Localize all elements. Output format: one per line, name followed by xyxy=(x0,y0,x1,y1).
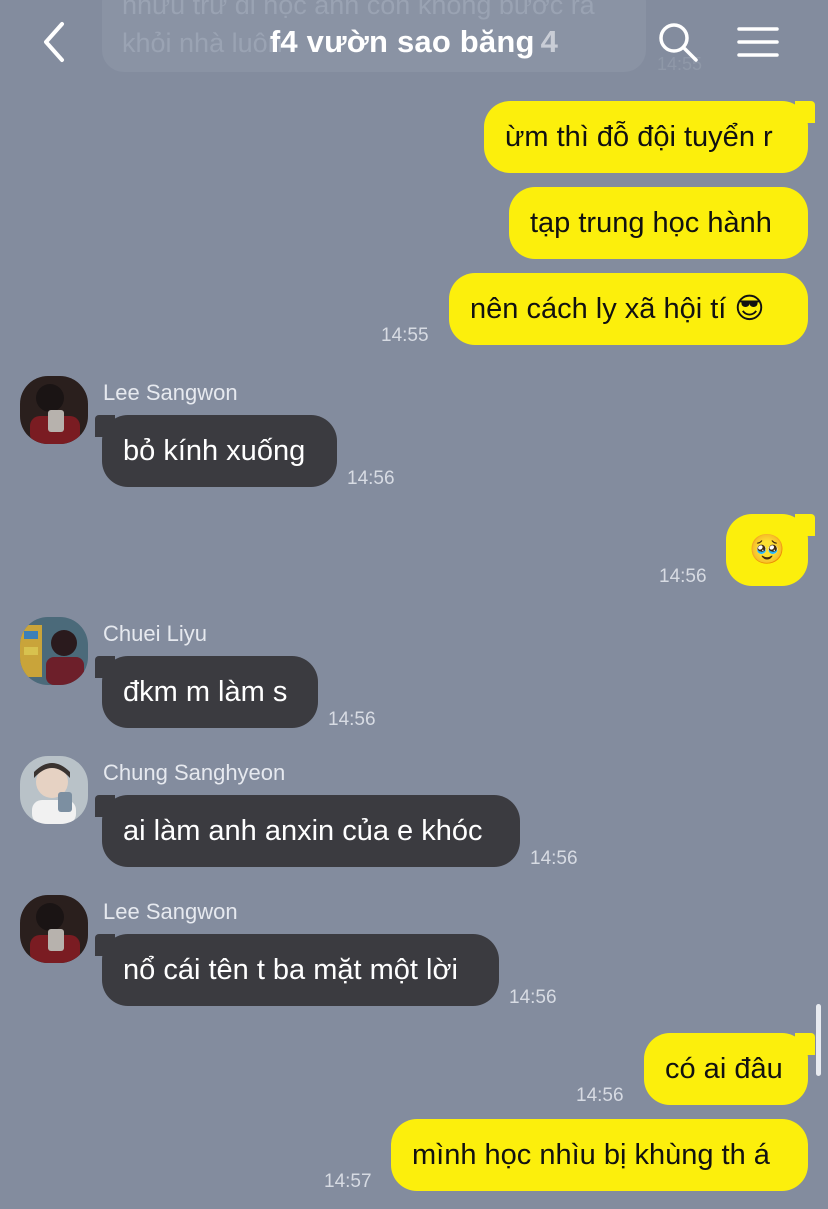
message-time: 14:56 xyxy=(328,709,376,730)
chat-name: f4 vườn sao băng xyxy=(269,24,535,59)
message-text: 🥹 xyxy=(748,534,786,566)
message-time: 14:57 xyxy=(324,1171,372,1192)
message-text: ai làm anh anxin của e khóc xyxy=(123,815,483,847)
outgoing-message-bubble[interactable]: nên cách ly xã hội tí 😎 xyxy=(449,273,808,345)
avatar-lee-sangwon[interactable] xyxy=(20,376,88,444)
sender-name: Lee Sangwon xyxy=(103,380,238,405)
outgoing-message-bubble[interactable]: mình học nhìu bị khùng th á xyxy=(391,1119,808,1191)
message-time: 14:56 xyxy=(576,1085,624,1106)
avatar-photo xyxy=(20,895,88,963)
message-time: 14:56 xyxy=(347,468,395,489)
search-button[interactable] xyxy=(654,18,702,66)
message-text: ừm thì đỗ đội tuyển r xyxy=(505,121,773,153)
message-text: có ai đâu xyxy=(665,1053,783,1085)
sender-name: Lee Sangwon xyxy=(103,899,238,924)
incoming-message-bubble[interactable]: đkm m làm s xyxy=(95,656,318,728)
outgoing-message-bubble[interactable]: 🥹 xyxy=(726,514,815,586)
message-text: đkm m làm s xyxy=(123,676,288,708)
message-time: 14:56 xyxy=(509,987,557,1008)
chat-title: f4 vườn sao băng 4 xyxy=(0,24,828,60)
message-text: nên cách ly xã hội tí 😎 xyxy=(470,293,765,325)
message-time: 14:56 xyxy=(659,566,707,587)
incoming-message-bubble[interactable]: bỏ kính xuống xyxy=(95,415,337,487)
avatar-lee-sangwon[interactable] xyxy=(20,895,88,963)
incoming-message-bubble[interactable]: nổ cái tên t ba mặt một lời xyxy=(95,934,499,1006)
member-count: 4 xyxy=(540,24,559,59)
avatar-chuei-liyu[interactable] xyxy=(20,617,88,685)
message-time: 14:55 xyxy=(381,325,429,346)
outgoing-message-bubble[interactable]: có ai đâu xyxy=(644,1033,815,1105)
scrollbar-thumb[interactable] xyxy=(816,1004,821,1076)
sender-name: Chung Sanghyeon xyxy=(103,760,286,785)
menu-button[interactable] xyxy=(734,18,782,66)
message-text: mình học nhìu bị khùng th á xyxy=(412,1139,770,1171)
avatar-photo xyxy=(20,617,88,685)
outgoing-message-bubble[interactable]: ừm thì đỗ đội tuyển r xyxy=(484,101,815,173)
message-text: bỏ kính xuống xyxy=(123,435,306,467)
search-icon xyxy=(659,23,698,62)
avatar-photo xyxy=(20,376,88,444)
incoming-message-bubble[interactable]: ai làm anh anxin của e khóc xyxy=(95,795,520,867)
avatar-photo xyxy=(20,756,88,824)
chat-header: f4 vườn sao băng 4 xyxy=(0,0,828,90)
message-text: nổ cái tên t ba mặt một lời xyxy=(123,954,458,986)
outgoing-message-bubble[interactable]: tạp trung học hành xyxy=(509,187,808,259)
sender-name: Chuei Liyu xyxy=(103,621,207,646)
message-text: tạp trung học hành xyxy=(530,207,772,239)
message-time: 14:56 xyxy=(530,848,578,869)
hamburger-menu-icon xyxy=(737,27,779,57)
avatar-chung-sanghyeon[interactable] xyxy=(20,756,88,824)
